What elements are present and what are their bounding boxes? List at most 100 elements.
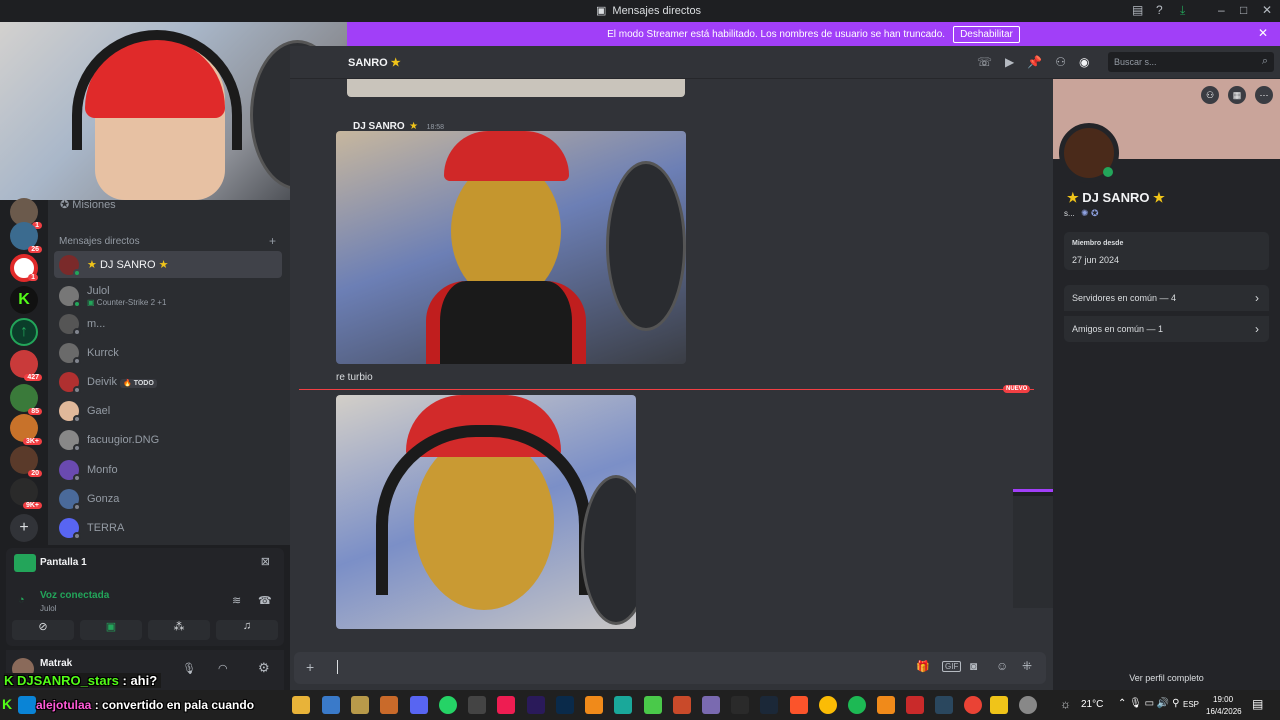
more-icon[interactable]: ⋯ bbox=[1255, 86, 1273, 104]
share-screen-button[interactable]: ▣ bbox=[80, 620, 142, 640]
add-friend-icon[interactable]: ⚇ bbox=[1201, 86, 1219, 104]
weather-temp[interactable]: 21°C bbox=[1081, 699, 1103, 710]
app-icon[interactable] bbox=[702, 696, 720, 714]
minimize-button[interactable]: – bbox=[1218, 3, 1225, 17]
close-window-button[interactable]: ✕ bbox=[1262, 3, 1272, 17]
message-composer[interactable]: + 🎁 GIF ◙ ☺ ⁜ bbox=[294, 652, 1046, 684]
whatsapp-icon[interactable] bbox=[439, 696, 457, 714]
up-arrow-server-icon[interactable]: ↑ bbox=[10, 318, 38, 346]
app-icon[interactable] bbox=[673, 696, 691, 714]
start-icon[interactable] bbox=[18, 696, 36, 714]
message-image[interactable] bbox=[336, 131, 686, 364]
headphones-icon[interactable]: ◠ bbox=[218, 662, 228, 675]
notification-icon[interactable]: ▤ bbox=[1252, 697, 1263, 711]
help-icon[interactable]: ? bbox=[1156, 3, 1163, 17]
server-icon[interactable]: 20 bbox=[10, 446, 42, 477]
maximize-button[interactable]: □ bbox=[1240, 3, 1247, 17]
discord-app-icon[interactable] bbox=[410, 696, 428, 714]
gift-icon[interactable]: ▦ bbox=[1228, 86, 1246, 104]
profile-icon[interactable]: ◉ bbox=[1079, 55, 1089, 69]
soundboard-button[interactable]: ♫ bbox=[216, 620, 278, 640]
add-server-icon[interactable]: + bbox=[10, 514, 38, 542]
dm-item[interactable]: ★ DJ SANRO ★ bbox=[54, 251, 282, 278]
app-icon[interactable] bbox=[614, 696, 632, 714]
app-icon[interactable] bbox=[380, 696, 398, 714]
dm-item[interactable]: m... bbox=[54, 310, 282, 337]
dm-item[interactable]: Gael bbox=[54, 397, 282, 424]
app-icon[interactable] bbox=[468, 696, 486, 714]
steam-icon[interactable] bbox=[935, 696, 953, 714]
add-friend-icon[interactable]: ⚇ bbox=[1055, 55, 1066, 69]
dm-item[interactable]: Kurrck bbox=[54, 339, 282, 366]
mutual-servers-row[interactable]: Servidores en común — 4 › bbox=[1064, 285, 1269, 311]
clock-time[interactable]: 19:00 bbox=[1213, 695, 1233, 704]
server-icon[interactable]: 427 bbox=[10, 350, 42, 381]
message-image[interactable] bbox=[336, 395, 636, 629]
message-image[interactable] bbox=[347, 79, 685, 97]
vlc-icon[interactable] bbox=[585, 696, 603, 714]
gear-icon[interactable]: ⚙ bbox=[258, 660, 270, 676]
camera-off-button[interactable]: ⊘ bbox=[12, 620, 74, 640]
call-icon[interactable]: ☏ bbox=[977, 55, 992, 69]
language[interactable]: ESP bbox=[1183, 700, 1199, 709]
dm-item[interactable]: Julol ▣ Counter-Strike 2 +1 bbox=[54, 281, 282, 311]
tray-icons[interactable]: ⌃ 🎙 ▭ 🔊 ⚲ bbox=[1118, 698, 1179, 709]
attach-plus-icon[interactable]: + bbox=[306, 659, 314, 675]
file-explorer-icon[interactable] bbox=[292, 696, 310, 714]
app-icon[interactable] bbox=[906, 696, 924, 714]
dm-item[interactable]: Monfo bbox=[54, 456, 282, 483]
tiktok-icon[interactable] bbox=[497, 696, 515, 714]
apps-icon[interactable]: ⁜ bbox=[1022, 659, 1032, 673]
server-icon[interactable]: 9K+ bbox=[10, 478, 42, 509]
close-stream-icon[interactable]: ⊠ bbox=[261, 555, 270, 568]
spotify-icon[interactable] bbox=[848, 696, 866, 714]
gift-icon[interactable]: 🎁 bbox=[916, 660, 930, 673]
view-full-profile-link[interactable]: Ver perfil completo bbox=[1053, 673, 1280, 683]
app-icon[interactable] bbox=[351, 696, 369, 714]
noise-suppression-icon[interactable]: ≋ bbox=[232, 594, 241, 607]
dm-item[interactable]: facuugior.DNG bbox=[54, 426, 282, 453]
photoshop-icon[interactable] bbox=[556, 696, 574, 714]
mutual-friends-row[interactable]: Amigos en común — 1 › bbox=[1064, 316, 1269, 342]
pin-icon[interactable]: 📌 bbox=[1027, 55, 1042, 69]
dm-item[interactable]: Deivik 🔥 TODO bbox=[54, 368, 282, 395]
download-icon[interactable]: ⤓ bbox=[1180, 3, 1185, 18]
clock-date[interactable]: 16/4/2026 bbox=[1206, 707, 1242, 716]
app-icon[interactable] bbox=[1019, 696, 1037, 714]
app-icon[interactable] bbox=[322, 696, 340, 714]
epic-games-icon[interactable] bbox=[731, 696, 749, 714]
app-icon[interactable] bbox=[877, 696, 895, 714]
activities-button[interactable]: ⁂ bbox=[148, 620, 210, 640]
server-icon[interactable]: 3K+ bbox=[10, 414, 42, 445]
voice-status[interactable]: Voz conectada bbox=[40, 590, 109, 601]
server-icon[interactable]: 85 bbox=[10, 384, 42, 415]
dm-item[interactable]: Gonza bbox=[54, 485, 282, 512]
disconnect-icon[interactable]: ☎ bbox=[258, 594, 272, 607]
emoji-icon[interactable]: ☺ bbox=[996, 659, 1008, 673]
dm-name: Gael bbox=[87, 404, 111, 417]
missions-item[interactable]: ✪ Misiones bbox=[60, 198, 116, 211]
inbox-icon[interactable]: ▤ bbox=[1132, 3, 1143, 17]
chrome-icon[interactable] bbox=[819, 696, 837, 714]
server-icon[interactable]: 26 bbox=[10, 222, 42, 253]
gif-icon[interactable]: GIF bbox=[942, 661, 962, 672]
disable-streamer-button[interactable]: Deshabilitar bbox=[953, 25, 1020, 43]
mic-icon[interactable]: 🎙 bbox=[182, 662, 196, 675]
voice-channel[interactable]: Julol bbox=[40, 604, 56, 613]
search-input[interactable]: Buscar s... ⌕ bbox=[1108, 52, 1274, 72]
app-icon[interactable] bbox=[990, 696, 1008, 714]
server-icon[interactable]: 1 bbox=[10, 254, 38, 282]
sticker-icon[interactable]: ◙ bbox=[970, 659, 977, 673]
premiere-icon[interactable] bbox=[527, 696, 545, 714]
brave-icon[interactable] bbox=[790, 696, 808, 714]
dm-item[interactable]: TERRA bbox=[54, 514, 282, 541]
username[interactable]: Matrak bbox=[40, 658, 72, 669]
close-banner-icon[interactable]: ✕ bbox=[1258, 26, 1268, 40]
new-dm-icon[interactable]: + bbox=[269, 234, 276, 248]
weather-icon[interactable]: ☼ bbox=[1060, 697, 1071, 711]
video-icon[interactable]: ▶ bbox=[1005, 55, 1014, 69]
chrome-icon[interactable] bbox=[964, 696, 982, 714]
app-icon[interactable] bbox=[644, 696, 662, 714]
kick-server-icon[interactable]: K bbox=[10, 286, 38, 314]
steam-icon[interactable] bbox=[760, 696, 778, 714]
